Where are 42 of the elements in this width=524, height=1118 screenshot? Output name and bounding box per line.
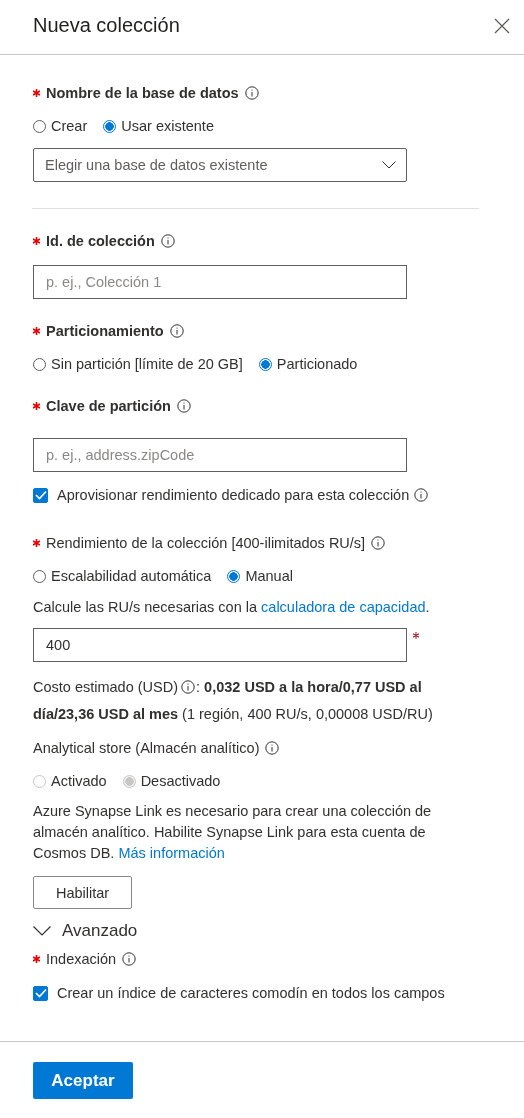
collection-id-field[interactable]: p. ej., Colección 1: [33, 265, 407, 299]
info-icon: [160, 234, 175, 248]
radio-option[interactable]: Escalabilidad automática: [33, 568, 212, 584]
info-icon: [181, 680, 196, 694]
chevron-down-icon: [382, 161, 396, 169]
more-info-link[interactable]: Más información: [118, 845, 225, 861]
enable-button[interactable]: Habilitar: [33, 876, 132, 909]
info-icon: [244, 86, 259, 100]
info-icon: [122, 952, 137, 966]
field-label: Analytical store (Almacén analítico): [33, 740, 260, 756]
close-icon[interactable]: [492, 16, 512, 36]
radio-option[interactable]: Sin partición [límite de 20 GB]: [33, 356, 243, 372]
info-icon: [176, 399, 191, 413]
info-icon: [371, 536, 386, 550]
accept-button[interactable]: Aceptar: [33, 1062, 133, 1099]
info-icon: [169, 324, 184, 338]
chevron-icon: [33, 926, 51, 936]
checkmark-icon: [34, 490, 47, 500]
checkbox-option[interactable]: Aprovisionar rendimiento dedicado para esta colección: [33, 487, 410, 503]
radio-option[interactable]: Crear: [33, 118, 88, 134]
field-label: Particionamiento: [46, 323, 164, 339]
panel-title: Nueva colección: [33, 13, 180, 37]
field-label: Clave de partición: [46, 398, 171, 414]
cost-text: Costo estimado (USD) : 0,032 USD a la hora/0,77 USD al día/23,36 USD al mes (1 región, 400 RU/s, 0,00008 USD/RU): [33, 678, 434, 724]
radio-option[interactable]: Particionado: [258, 356, 358, 372]
hint-text: Calcule las RU/s necesarias con la calculadora de capacidad.: [33, 598, 431, 617]
field-label: Id. de colección: [46, 233, 155, 249]
checkmark-icon: [34, 988, 47, 998]
synapse-note: Azure Synapse Link es necesario para crear una colección de almacén analítico. Habilite Synapse Link para esta cuenta de Cosmos DB. Más información: [33, 802, 433, 863]
capacity-calculator-link[interactable]: calculadora de capacidad: [261, 599, 426, 615]
database-dropdown[interactable]: Elegir una base de datos existente: [33, 148, 407, 182]
checkbox-option[interactable]: Crear un índice de caracteres comodín en todos los campos: [33, 985, 445, 1001]
field-label: Rendimiento de la colección [400-ilimitados RU/s]: [46, 535, 366, 551]
field-label: Nombre de la base de datos: [46, 85, 239, 101]
info-icon: [414, 488, 429, 502]
advanced-toggle[interactable]: Avanzado: [33, 921, 138, 941]
info-icon: [265, 741, 280, 755]
radio-option[interactable]: Manual: [227, 568, 293, 584]
field-label: Indexación: [46, 951, 117, 967]
radio-option[interactable]: Usar existente: [103, 118, 214, 134]
partition-key-field[interactable]: p. ej., address.zipCode: [33, 438, 407, 472]
throughput-field[interactable]: 400: [33, 628, 407, 662]
